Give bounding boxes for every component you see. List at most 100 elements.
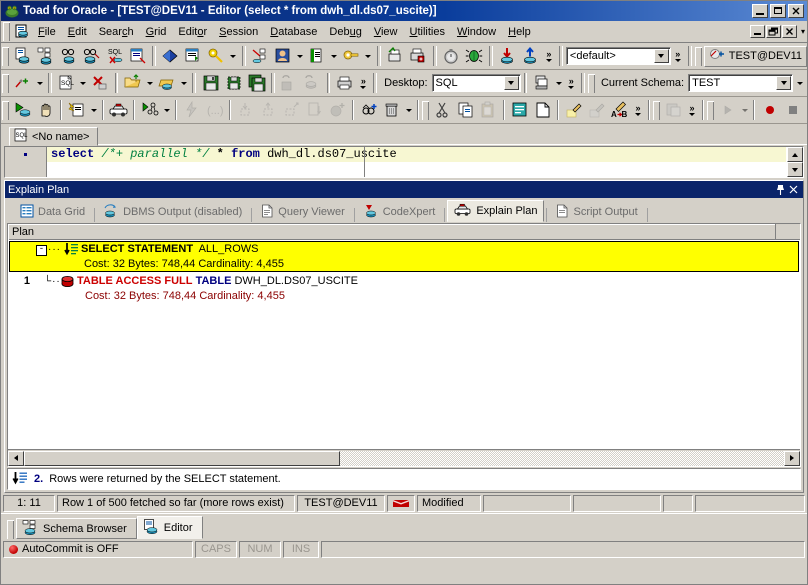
bottom-tab-schema-browser[interactable]: Schema Browser bbox=[16, 518, 137, 539]
editor-gutter[interactable] bbox=[5, 147, 47, 177]
save-as-icon[interactable] bbox=[222, 72, 245, 94]
plan-scroll-right-button[interactable] bbox=[784, 450, 800, 466]
menu-item-database[interactable]: Database bbox=[264, 24, 323, 40]
minimize-button[interactable] bbox=[752, 4, 768, 18]
toolbar2-overflow-icon[interactable]: » bbox=[356, 72, 370, 94]
bottom-tab-editor[interactable]: Editor bbox=[136, 516, 203, 539]
schema-browser-icon[interactable] bbox=[11, 45, 34, 67]
menu-item-debug[interactable]: Debug bbox=[323, 24, 367, 40]
export-icon[interactable] bbox=[519, 45, 542, 67]
desktop-combo[interactable]: SQL bbox=[431, 74, 521, 92]
cut-icon[interactable] bbox=[431, 99, 454, 121]
execute-script-icon[interactable] bbox=[65, 99, 88, 121]
user-dropdown[interactable] bbox=[295, 45, 306, 67]
close-connection-icon[interactable] bbox=[89, 72, 112, 94]
master-detail-icon[interactable] bbox=[205, 45, 228, 67]
new-sql-icon[interactable]: SQL bbox=[55, 72, 78, 94]
tab-codexpert[interactable]: CodeXpert bbox=[357, 202, 443, 222]
auto-trace-icon[interactable] bbox=[138, 99, 161, 121]
plan-scroll-left-button[interactable] bbox=[8, 450, 24, 466]
plan-expander-icon[interactable]: - bbox=[36, 245, 47, 256]
editor-vscrollbar[interactable] bbox=[786, 147, 803, 177]
script-manager-icon[interactable] bbox=[306, 45, 329, 67]
breakpoints-dropdown[interactable] bbox=[403, 99, 414, 121]
print-setup-icon[interactable] bbox=[407, 45, 430, 67]
menu-item-help[interactable]: Help bbox=[502, 24, 537, 40]
menu-item-editor[interactable]: Editor bbox=[172, 24, 213, 40]
security-dropdown[interactable] bbox=[363, 45, 374, 67]
object-palette-icon[interactable] bbox=[34, 45, 57, 67]
toolbar1-grip[interactable] bbox=[2, 46, 9, 66]
auto-trace-dropdown[interactable] bbox=[161, 99, 172, 121]
toggle-breakpoint-icon[interactable] bbox=[357, 99, 380, 121]
toolbar1-combo-overflow-icon[interactable]: » bbox=[671, 45, 685, 67]
explain-plan-car-icon[interactable] bbox=[107, 99, 130, 121]
stop-icon[interactable] bbox=[34, 99, 57, 121]
save-icon[interactable] bbox=[199, 72, 222, 94]
maximize-button[interactable] bbox=[770, 4, 786, 18]
mdi-minimize-button[interactable] bbox=[749, 25, 765, 38]
mdi-restore-button[interactable] bbox=[765, 25, 781, 38]
toolbar2-grip[interactable] bbox=[2, 73, 9, 93]
save-all-icon[interactable] bbox=[245, 72, 268, 94]
new-connection-icon[interactable] bbox=[11, 72, 34, 94]
autocommit-status[interactable]: AutoCommit is OFF bbox=[3, 540, 193, 558]
execute-script-dropdown[interactable] bbox=[88, 99, 99, 121]
menu-item-window[interactable]: Window bbox=[451, 24, 502, 40]
script-manager-dropdown[interactable] bbox=[329, 45, 340, 67]
save-grip[interactable] bbox=[653, 100, 660, 120]
compare-icon[interactable] bbox=[384, 45, 407, 67]
close-button[interactable] bbox=[788, 4, 804, 18]
editor-tab-no-name[interactable]: SQL <No name> bbox=[9, 127, 99, 146]
describe-icon[interactable] bbox=[126, 45, 149, 67]
delete-breakpoints-icon[interactable] bbox=[380, 99, 403, 121]
menu-item-file[interactable]: File bbox=[32, 24, 62, 40]
format-code-icon[interactable] bbox=[508, 99, 531, 121]
toolbar3-overflow3-icon[interactable]: » bbox=[804, 99, 808, 121]
macro-grip[interactable] bbox=[707, 100, 714, 120]
menu-item-session[interactable]: Session bbox=[213, 24, 264, 40]
tab-query-viewer[interactable]: Query Viewer bbox=[254, 202, 351, 222]
user-icon[interactable] bbox=[272, 45, 295, 67]
sql-modeler-icon[interactable]: SQL bbox=[103, 45, 126, 67]
session-browser-icon[interactable] bbox=[80, 45, 103, 67]
chevron-down-icon[interactable] bbox=[776, 76, 792, 90]
toolbar2-overflow2-icon[interactable]: » bbox=[564, 72, 578, 94]
plan-hscroll-track[interactable] bbox=[340, 450, 784, 466]
sql-editor-list-icon[interactable] bbox=[182, 45, 205, 67]
schema-grip[interactable] bbox=[587, 73, 595, 93]
tab-dbms-output[interactable]: DBMS Output (disabled) bbox=[97, 202, 249, 222]
edit-grip[interactable] bbox=[422, 100, 429, 120]
chevron-down-icon[interactable] bbox=[653, 49, 669, 63]
pin-icon[interactable] bbox=[774, 183, 787, 197]
editor-split-divider[interactable] bbox=[364, 147, 365, 177]
server-output-icon[interactable] bbox=[249, 45, 272, 67]
tab-script-output[interactable]: Script Output bbox=[549, 202, 644, 222]
debug-bug-icon[interactable] bbox=[463, 45, 486, 67]
toolbar1-overflow-icon[interactable]: » bbox=[542, 45, 556, 67]
default-schema-combo[interactable]: <default> bbox=[565, 47, 671, 65]
plan-node-select-statement[interactable]: - ··· SELECT STATEMENT ALL_ROWS Cost: 32… bbox=[9, 241, 799, 272]
new-page-icon[interactable] bbox=[531, 99, 554, 121]
menu-item-edit[interactable]: Edit bbox=[62, 24, 93, 40]
highlight-icon[interactable] bbox=[562, 99, 585, 121]
menu-overflow-icon[interactable]: ▾ bbox=[799, 27, 807, 36]
new-sql-dropdown[interactable] bbox=[78, 72, 89, 94]
open-from-db-icon[interactable] bbox=[155, 72, 178, 94]
open-file-dropdown[interactable] bbox=[144, 72, 155, 94]
security-icon[interactable] bbox=[340, 45, 363, 67]
bottom-tabs-grip[interactable] bbox=[7, 520, 14, 539]
open-from-db-dropdown[interactable] bbox=[178, 72, 189, 94]
menu-item-view[interactable]: View bbox=[368, 24, 404, 40]
menu-grip[interactable] bbox=[3, 22, 10, 41]
sql-code-area[interactable]: select /*+ parallel */ * from dwh_dl.ds0… bbox=[47, 147, 786, 177]
toolbar3-overflow2-icon[interactable]: » bbox=[685, 99, 699, 121]
sql-monitor-icon[interactable] bbox=[57, 45, 80, 67]
layout-icon[interactable] bbox=[530, 72, 553, 94]
layout-dropdown[interactable] bbox=[553, 72, 564, 94]
conn-grip[interactable] bbox=[694, 46, 702, 66]
plan-node-table-access-full[interactable]: 1 └·· TABLE ACCESS FULL TABLE DWH_DL.DS0… bbox=[8, 274, 800, 303]
current-schema-combo[interactable]: TEST bbox=[688, 74, 794, 92]
tab-data-grid[interactable]: Data Grid bbox=[13, 202, 92, 222]
plan-tree[interactable]: - ··· SELECT STATEMENT ALL_ROWS Cost: 32… bbox=[8, 240, 800, 449]
